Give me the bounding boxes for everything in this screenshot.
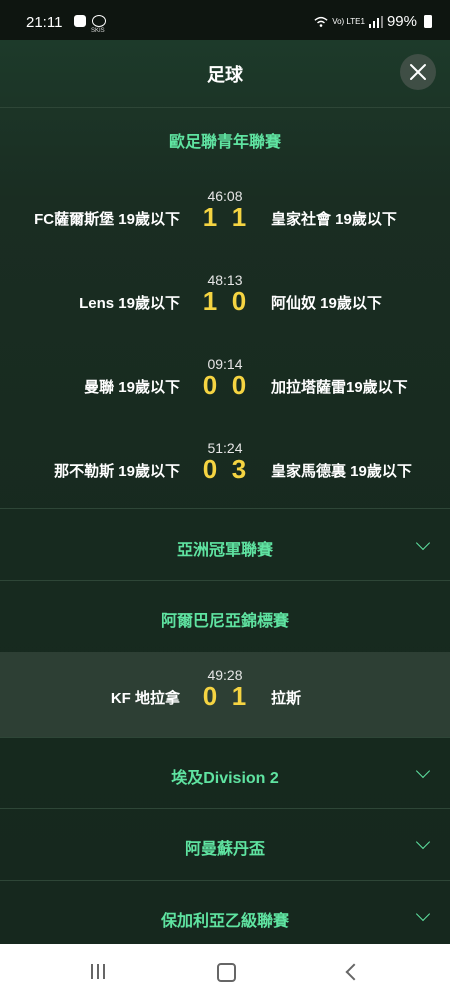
battery-icon	[424, 15, 432, 28]
battery-label: 99%	[386, 13, 417, 30]
away-team: 皇家社會 19歲以下	[271, 211, 397, 228]
divider	[0, 580, 450, 581]
match-clock: 48:13	[207, 272, 243, 288]
sports-panel: 足球 歐足聯青年聯賽 46:08 FC薩爾斯堡 19歲以下 1 1 皇家社會 1…	[0, 40, 450, 944]
away-team: 加拉塔薩雷19歲以下	[271, 379, 408, 396]
away-team: 拉斯	[271, 690, 302, 707]
section-title: 亞洲冠軍聯賽	[176, 542, 273, 559]
match-row[interactable]: 51:24 那不勒斯 19歲以下 0 3 皇家馬德裏 19歲以下	[0, 440, 450, 524]
signal-icon	[368, 15, 383, 28]
match-row[interactable]: 49:28 KF 地拉拿 0 1 拉斯	[0, 667, 450, 751]
section-header-uefa-youth[interactable]: 歐足聯青年聯賽	[0, 128, 450, 152]
wifi-icon	[314, 16, 328, 27]
status-right: Vo) LTE1 99%	[314, 13, 432, 30]
away-score: 0	[231, 370, 247, 400]
divider	[0, 508, 450, 509]
away-score: 1	[231, 202, 247, 232]
divider	[0, 880, 450, 881]
home-team: KF 地拉拿	[110, 690, 180, 707]
divider	[0, 737, 450, 738]
match-clock: 09:14	[207, 356, 243, 372]
home-score: 0	[202, 681, 218, 711]
match-clock: 49:28	[207, 667, 243, 683]
section-title: 埃及Division 2	[171, 770, 279, 787]
match-row[interactable]: 09:14 曼聯 19歲以下 0 0 加拉塔薩雷19歲以下	[0, 356, 450, 440]
home-team: 曼聯 19歲以下	[84, 379, 180, 396]
close-button[interactable]	[400, 54, 436, 90]
section-title: 阿曼蘇丹盃	[184, 841, 265, 858]
away-score: 1	[231, 681, 247, 711]
away-score: 3	[231, 454, 247, 484]
home-icon[interactable]	[217, 963, 236, 982]
back-icon[interactable]	[345, 963, 363, 981]
home-score: 0	[202, 370, 218, 400]
section-title: 阿爾巴尼亞錦標賽	[160, 613, 289, 630]
page-title: 足球	[207, 65, 243, 85]
panel-header: 足球	[0, 40, 450, 108]
section-header-oman[interactable]: 阿曼蘇丹盃	[0, 835, 450, 859]
home-team: 那不勒斯 19歲以下	[54, 463, 180, 480]
notification-icon	[74, 15, 86, 27]
status-bar: 21:11 SKIS Vo) LTE1 99%	[0, 0, 450, 40]
match-row[interactable]: 48:13 Lens 19歲以下 1 0 阿仙奴 19歲以下	[0, 272, 450, 356]
match-clock: 46:08	[207, 188, 243, 204]
home-score: 1	[202, 202, 218, 232]
skis-label: SKIS	[91, 28, 105, 34]
divider	[0, 808, 450, 809]
section-header-afc-champions[interactable]: 亞洲冠軍聯賽	[0, 536, 450, 560]
away-team: 阿仙奴 19歲以下	[271, 295, 382, 312]
section-title: 保加利亞乙級聯賽	[160, 913, 289, 930]
status-time: 21:11	[26, 14, 63, 31]
close-icon	[410, 64, 426, 80]
section-header-bulgaria[interactable]: 保加利亞乙級聯賽	[0, 907, 450, 931]
section-title: 歐足聯青年聯賽	[168, 134, 281, 151]
network-label: Vo) LTE1	[332, 16, 365, 26]
home-score: 1	[202, 286, 218, 316]
recent-apps-icon[interactable]	[91, 964, 109, 984]
match-clock: 51:24	[207, 440, 243, 456]
section-header-albania[interactable]: 阿爾巴尼亞錦標賽	[0, 607, 450, 631]
skis-app-icon	[92, 15, 106, 27]
match-row[interactable]: 46:08 FC薩爾斯堡 19歲以下 1 1 皇家社會 19歲以下	[0, 188, 450, 272]
section-header-egypt[interactable]: 埃及Division 2	[0, 764, 450, 788]
home-team: FC薩爾斯堡 19歲以下	[34, 211, 180, 228]
home-score: 0	[202, 454, 218, 484]
away-score: 0	[231, 286, 247, 316]
system-nav-bar	[0, 944, 450, 1000]
home-team: Lens 19歲以下	[79, 295, 180, 312]
away-team: 皇家馬德裏 19歲以下	[271, 463, 412, 480]
